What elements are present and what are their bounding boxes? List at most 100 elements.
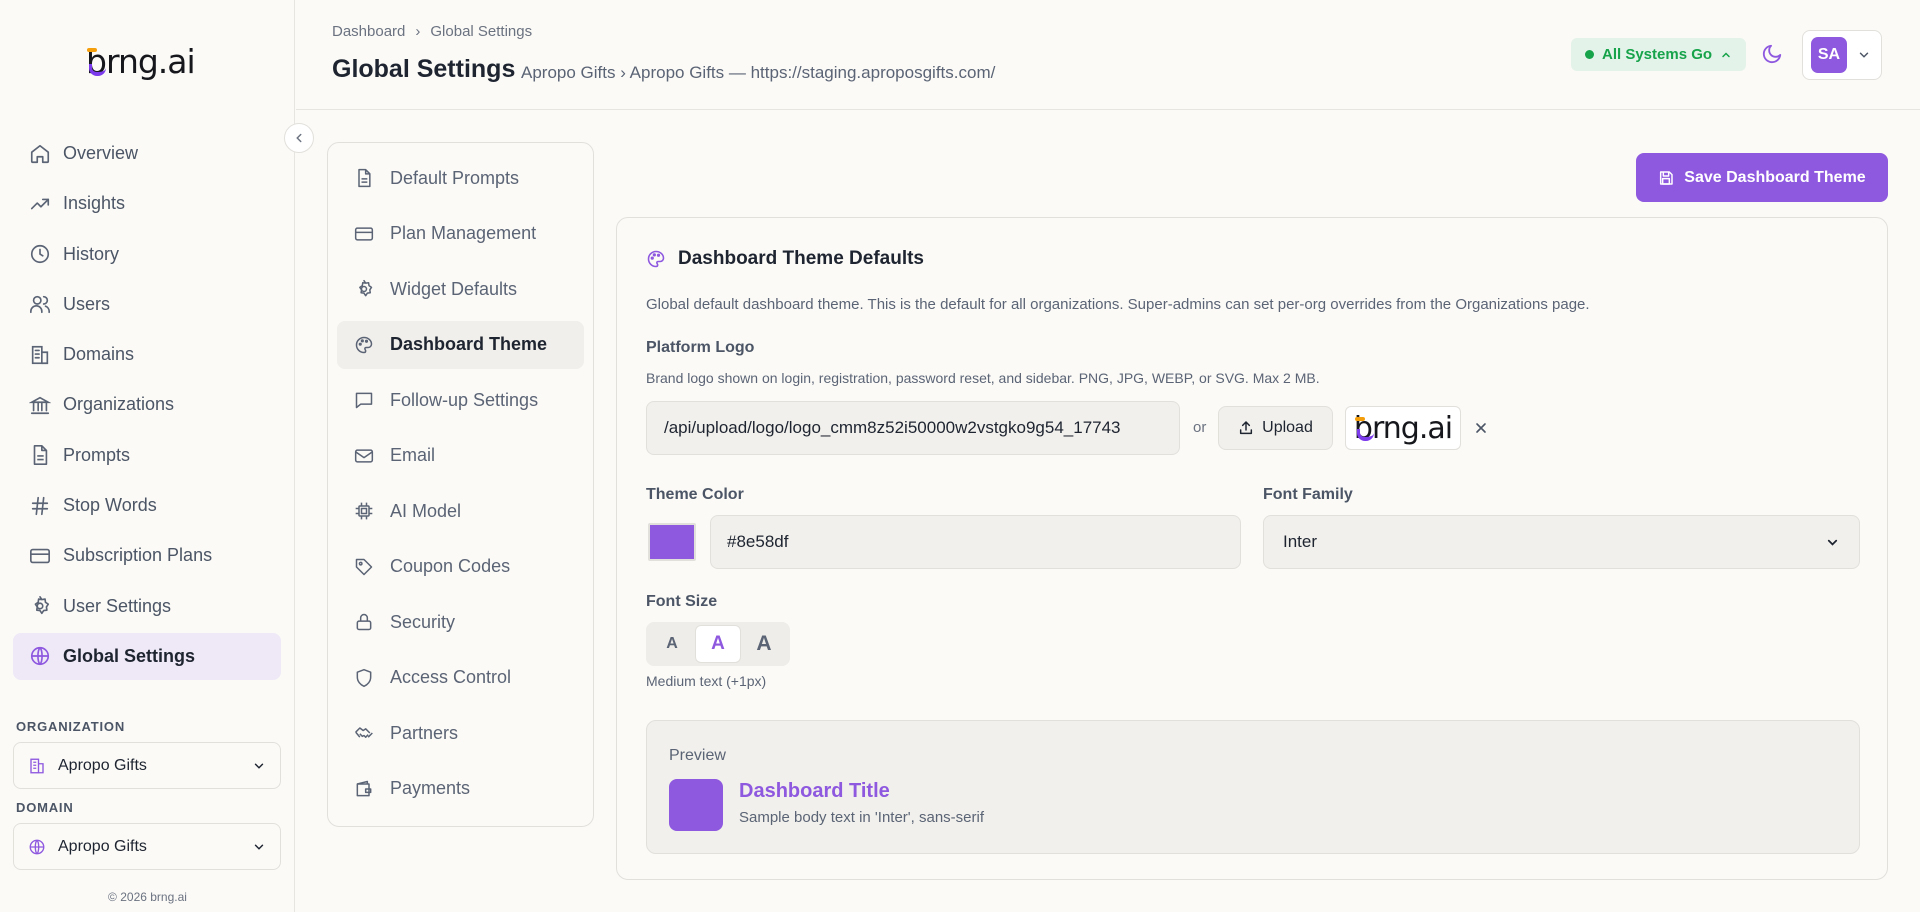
settings-tab-follow-up-settings[interactable]: Follow-up Settings [337,376,584,424]
settings-tab-email[interactable]: Email [337,432,584,480]
sidebar-item-domains[interactable]: Domains [13,331,281,378]
settings-tab-label: Follow-up Settings [390,389,539,410]
sidebar-item-users[interactable]: Users [13,281,281,328]
settings-subnav: Default Prompts Plan Management Widget D… [327,142,594,827]
sidebar-item-global-settings[interactable]: Global Settings [13,632,281,680]
tag-icon [355,558,373,575]
cpu-icon [355,502,373,520]
system-status-badge[interactable]: All Systems Go [1571,38,1747,71]
sidebar-item-prompts[interactable]: Prompts [13,432,281,479]
chevron-down-icon [254,763,264,769]
breadcrumb: Dashboard › Global Settings [332,23,532,40]
moon-icon [1762,44,1782,64]
chevron-up-icon [1722,51,1730,57]
settings-tab-label: Plan Management [390,223,537,243]
theme-color-hex-input[interactable]: #8e58df [710,515,1241,569]
theme-color-label: Theme Color [646,486,744,503]
preview-color-swatch [669,779,723,831]
sidebar: brng.ai Overview Insights History Users … [0,0,295,912]
settings-tab-label: AI Model [390,500,462,521]
close-icon [1476,423,1486,433]
sidebar-item-label: History [63,243,120,264]
font-family-select[interactable]: Inter [1263,515,1860,569]
settings-tab-dashboard-theme[interactable]: Dashboard Theme [337,320,584,369]
preview-label: Preview [669,747,726,764]
settings-tab-coupon-codes[interactable]: Coupon Codes [337,543,584,591]
shield-icon [356,668,372,687]
font-family-value: Inter [1283,532,1318,551]
upload-button[interactable]: Upload [1218,406,1333,450]
credit-card-icon [354,226,374,241]
sidebar-item-insights[interactable]: Insights [13,180,281,227]
platform-logo-label: Platform Logo [646,339,755,356]
building-icon [30,758,44,773]
settings-tab-label: Payments [390,778,471,798]
wallet-icon [356,780,372,796]
sidebar-nav: Overview Insights History Users Domains … [13,130,281,683]
home-icon [30,144,50,163]
sidebar-item-label: Subscription Plans [63,545,213,566]
brand-logo[interactable]: brng.ai [86,42,196,81]
font-size-large-option[interactable]: A [741,625,787,663]
settings-tab-label: Default Prompts [390,167,520,188]
sidebar-item-label: Overview [63,143,139,163]
domain-select-value: Apropo Gifts [58,837,147,855]
chevron-down-icon [1859,52,1869,58]
avatar: SA [1811,37,1847,73]
preview-title: Dashboard Title [739,780,890,802]
trending-up-icon [30,198,50,210]
document-icon [358,168,371,188]
save-dashboard-theme-button[interactable]: Save Dashboard Theme [1636,153,1888,202]
font-size-medium-option[interactable]: A [695,625,741,663]
settings-tab-security[interactable]: Security [337,598,584,646]
settings-tab-label: Access Control [390,667,512,687]
sidebar-item-history[interactable]: History [13,231,281,278]
settings-tab-ai-model[interactable]: AI Model [337,487,584,535]
sidebar-item-label: Prompts [63,444,131,465]
sidebar-item-subscription-plans[interactable]: Subscription Plans [13,532,281,579]
copyright-text: © 2026 brng.ai [108,890,187,904]
sidebar-item-label: Insights [63,193,126,214]
sidebar-item-stop-words[interactable]: Stop Words [13,482,281,529]
settings-tab-access-control[interactable]: Access Control [337,654,584,702]
sidebar-item-label: Domains [63,344,135,365]
user-menu-button[interactable]: SA [1802,30,1882,80]
settings-tab-default-prompts[interactable]: Default Prompts [337,154,584,202]
organization-select[interactable]: Apropo Gifts [13,742,281,789]
remove-logo-button[interactable] [1469,416,1493,440]
settings-tab-widget-defaults[interactable]: Widget Defaults [337,265,584,313]
sidebar-item-overview[interactable]: Overview [13,130,281,177]
domain-section-label: DOMAIN [16,800,74,815]
gear-icon [359,279,373,297]
collapse-sidebar-button[interactable] [284,123,314,153]
globe-icon [29,839,45,854]
users-icon [30,296,50,314]
palette-icon [647,250,665,268]
logo-preview-image: brng.ai [1345,406,1461,450]
domain-select[interactable]: Apropo Gifts [13,823,281,870]
status-dot-icon [1585,50,1594,59]
sidebar-item-label: Global Settings [63,645,196,666]
sidebar-item-label: Users [63,293,111,314]
card-title: Dashboard Theme Defaults [646,248,924,270]
theme-toggle-button[interactable] [1758,40,1786,68]
lock-icon [356,613,372,631]
building-icon [31,345,49,364]
settings-tab-partners[interactable]: Partners [337,709,584,757]
globe-icon [30,647,50,666]
sidebar-item-organizations[interactable]: Organizations [13,381,281,428]
document-icon [33,445,48,466]
logo-url-input[interactable]: /api/upload/logo/logo_cmm8z52i50000w2vst… [646,401,1180,455]
gear-icon [34,596,50,615]
chevron-down-icon [254,844,264,850]
font-size-small-option[interactable]: A [649,625,695,663]
sidebar-item-label: Organizations [63,394,175,415]
breadcrumb-dashboard[interactable]: Dashboard [332,23,405,40]
sidebar-item-label: Stop Words [63,495,157,516]
sidebar-item-user-settings[interactable]: User Settings [13,583,281,630]
save-icon [1660,170,1674,185]
status-text: All Systems Go [1602,46,1713,63]
settings-tab-plan-management[interactable]: Plan Management [337,210,584,258]
settings-tab-payments[interactable]: Payments [337,765,584,813]
theme-color-swatch[interactable] [648,523,696,561]
